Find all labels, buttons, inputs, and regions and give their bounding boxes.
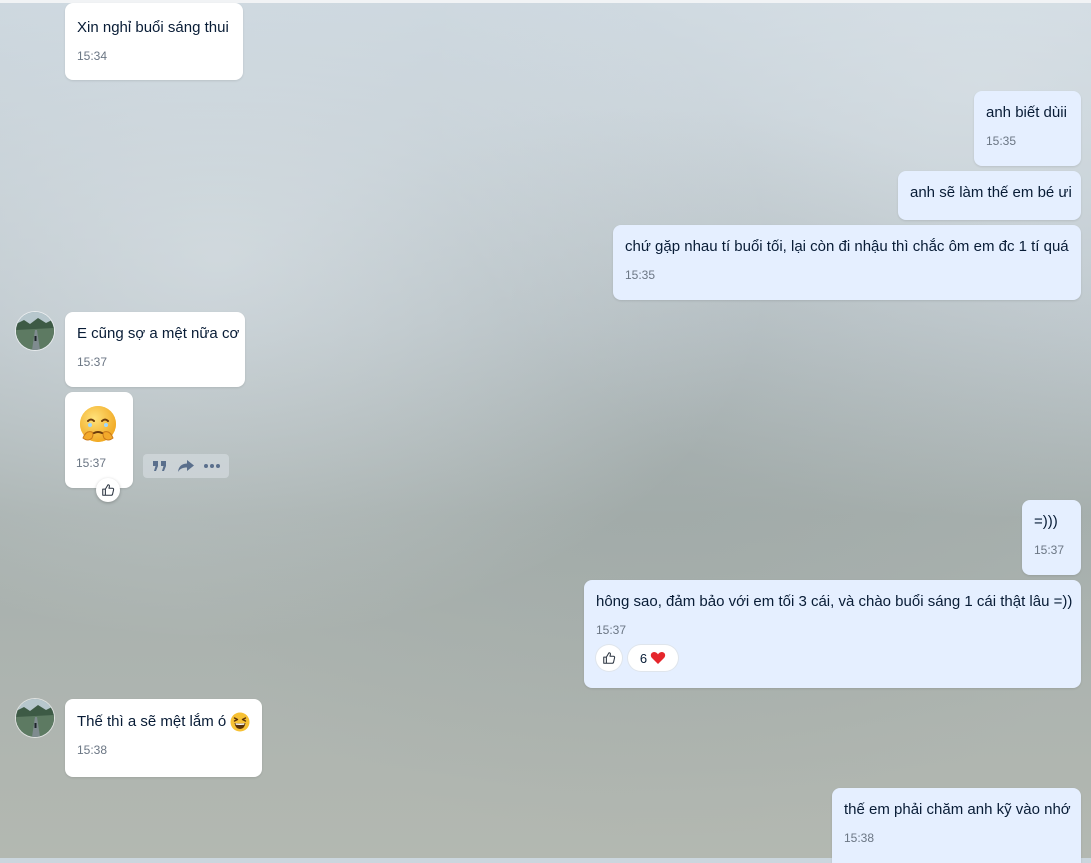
- message-bubble-incoming[interactable]: E cũng sợ a mệt nữa cơ 15:37: [65, 312, 245, 387]
- message-bubble-outgoing[interactable]: chứ gặp nhau tí buổi tối, lại còn đi nhậ…: [613, 225, 1081, 300]
- message-bubble-outgoing[interactable]: anh sẽ làm thế em bé ưi: [898, 171, 1081, 220]
- message-actions-toolbar: [143, 454, 229, 478]
- like-reaction-button[interactable]: [596, 645, 622, 671]
- avatar-image: [16, 312, 54, 350]
- message-time: 15:34: [77, 49, 108, 63]
- reaction-summary[interactable]: 6: [628, 645, 678, 671]
- thumbs-up-icon: [603, 652, 616, 664]
- message-time: 15:37: [77, 355, 108, 369]
- message-text-content: Thế thì a sẽ mệt lắm ó: [77, 713, 227, 730]
- reaction-count: 6: [639, 650, 648, 666]
- message-text: chứ gặp nhau tí buổi tối, lại còn đi nhậ…: [625, 238, 1069, 255]
- avatar[interactable]: [16, 312, 54, 350]
- message-text: =))): [1034, 513, 1058, 530]
- thumbs-up-icon: [102, 484, 115, 496]
- message-text: anh sẽ làm thế em bé ưi: [910, 184, 1072, 201]
- message-time: 15:37: [76, 456, 107, 470]
- message-time: 15:38: [77, 743, 108, 757]
- message-text: anh biết dùii: [986, 104, 1067, 121]
- avatar[interactable]: [16, 699, 54, 737]
- message-bubble-sticker[interactable]: 15:37: [65, 392, 133, 488]
- message-text: Thế thì a sẽ mệt lắm ó: [77, 712, 250, 732]
- message-time: 15:37: [596, 623, 627, 637]
- quote-icon: [153, 461, 166, 471]
- forward-button[interactable]: [175, 455, 197, 477]
- message-time: 15:38: [844, 831, 875, 845]
- message-text: thế em phải chăm anh kỹ vào nhớ: [844, 801, 1071, 818]
- like-reaction-button[interactable]: [96, 478, 120, 502]
- grinning-squinting-face-icon: [230, 712, 250, 732]
- message-text: E cũng sợ a mệt nữa cơ: [77, 325, 240, 342]
- message-time: 15:35: [986, 134, 1017, 148]
- message-bubble-outgoing[interactable]: thế em phải chăm anh kỹ vào nhớ 15:38: [832, 788, 1081, 863]
- face-holding-back-tears-icon: [76, 404, 120, 448]
- message-time: 15:35: [625, 268, 656, 282]
- quote-button[interactable]: [149, 455, 171, 477]
- heart-icon: [650, 651, 666, 664]
- message-bubble-incoming[interactable]: Thế thì a sẽ mệt lắm ó 15:38: [65, 699, 262, 777]
- avatar-image: [16, 699, 54, 737]
- message-text: Xin nghỉ buổi sáng thui: [77, 19, 229, 36]
- message-bubble-outgoing[interactable]: =))) 15:37: [1022, 500, 1081, 575]
- message-bubble-outgoing[interactable]: hông sao, đảm bảo với em tối 3 cái, và c…: [584, 580, 1081, 688]
- message-bubble-incoming[interactable]: Xin nghỉ buổi sáng thui 15:34: [65, 3, 243, 80]
- message-text: hông sao, đảm bảo với em tối 3 cái, và c…: [596, 593, 1073, 610]
- more-icon: [204, 464, 220, 468]
- forward-icon: [178, 460, 194, 472]
- message-time: 15:37: [1034, 543, 1065, 557]
- message-bubble-outgoing[interactable]: anh biết dùii 15:35: [974, 91, 1081, 166]
- more-button[interactable]: [201, 455, 223, 477]
- reactions-row: 6: [596, 645, 1069, 671]
